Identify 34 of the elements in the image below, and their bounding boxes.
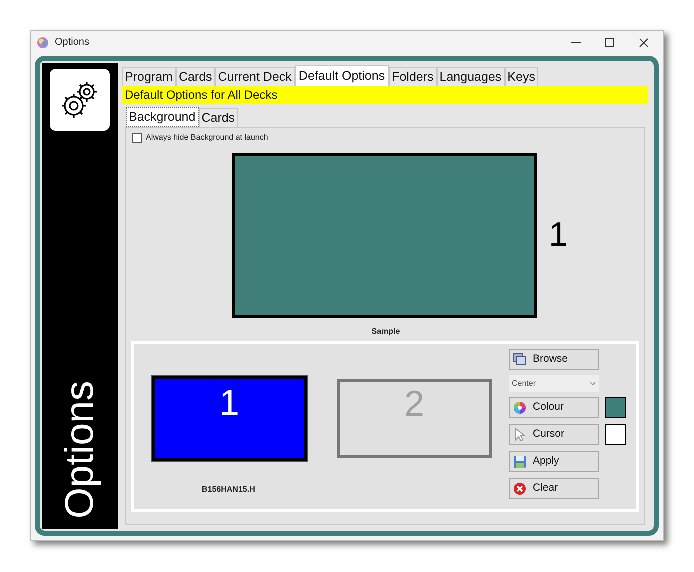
app-icon: [37, 36, 49, 48]
clear-icon: [513, 482, 527, 496]
browse-button[interactable]: Browse: [509, 349, 599, 370]
colour-button[interactable]: Colour: [509, 397, 599, 418]
tab[interactable]: Cards: [176, 67, 216, 86]
tab[interactable]: Background: [126, 107, 199, 127]
monitor-name: B156HAN15.H: [202, 484, 256, 496]
clear-button[interactable]: Clear: [509, 478, 599, 499]
tab[interactable]: Current Deck: [215, 67, 295, 86]
checkbox-label: Always hide Background at launch: [146, 132, 268, 144]
checkbox[interactable]: [132, 133, 142, 143]
chevron-down-icon: [590, 382, 596, 386]
tab[interactable]: Languages: [436, 67, 505, 86]
dropdown[interactable]: Center: [509, 375, 599, 392]
window-title: Options: [55, 36, 90, 50]
banner: Default Options for All Decks: [122, 86, 648, 104]
sidebar-title: Options: [60, 381, 100, 519]
apply-button[interactable]: Apply: [509, 451, 599, 472]
tab[interactable]: Cards: [198, 108, 238, 127]
tab[interactable]: Keys: [504, 67, 538, 86]
sample-label: Sample: [372, 326, 400, 338]
maximize-icon[interactable]: [605, 38, 615, 48]
colour-wheel-icon: [513, 400, 527, 414]
colour-swatch[interactable]: [605, 397, 626, 418]
tab[interactable]: Program: [122, 67, 176, 86]
tab[interactable]: Folders: [389, 67, 437, 86]
cursor-icon: [513, 428, 527, 442]
close-icon[interactable]: [639, 38, 649, 48]
colour-swatch[interactable]: [605, 424, 626, 445]
cursor-button[interactable]: Cursor: [509, 424, 599, 445]
monitor-tile[interactable]: 1: [152, 376, 307, 461]
window-stack-icon: [513, 352, 527, 366]
tab[interactable]: Default Options: [294, 65, 390, 86]
screen-number: 1: [549, 215, 568, 256]
